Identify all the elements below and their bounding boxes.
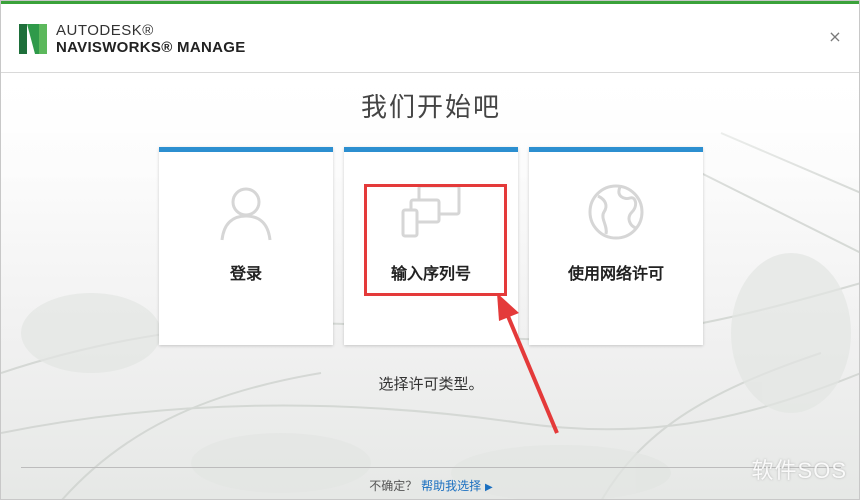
login-label: 登录: [229, 264, 262, 283]
license-type-prompt: 选择许可类型。: [378, 375, 484, 393]
page-title: 我们开始吧: [360, 93, 501, 123]
footer: 不确定？ 帮助我选择 ▶: [1, 477, 859, 494]
watermark: 软件SOS: [751, 458, 847, 483]
footer-question: 不确定？: [369, 479, 418, 493]
serial-number-card[interactable]: 输入序列号: [344, 147, 518, 345]
globe-icon: [588, 184, 644, 240]
user-icon: [220, 187, 272, 241]
header: AUTODESK® NAVISWORKS® MANAGE ×: [1, 4, 859, 73]
login-card[interactable]: 登录: [159, 147, 333, 345]
close-button[interactable]: ×: [827, 29, 843, 45]
brand-autodesk: AUTODESK®: [56, 22, 154, 39]
activation-window: AUTODESK® NAVISWORKS® MANAGE × 我们开始吧 登录 …: [0, 0, 860, 500]
navisworks-n-icon: [19, 24, 47, 54]
footer-divider: [21, 467, 841, 468]
network-license-label: 使用网络许可: [567, 264, 664, 283]
close-icon: ×: [828, 27, 842, 46]
brand-product: NAVISWORKS® MANAGE: [56, 39, 246, 56]
network-license-card[interactable]: 使用网络许可: [529, 147, 703, 345]
devices-icon: [401, 184, 461, 238]
caret-right-icon: ▶: [484, 482, 493, 493]
serial-number-label: 输入序列号: [390, 264, 471, 283]
help-me-choose-link[interactable]: 帮助我选择: [421, 479, 481, 493]
